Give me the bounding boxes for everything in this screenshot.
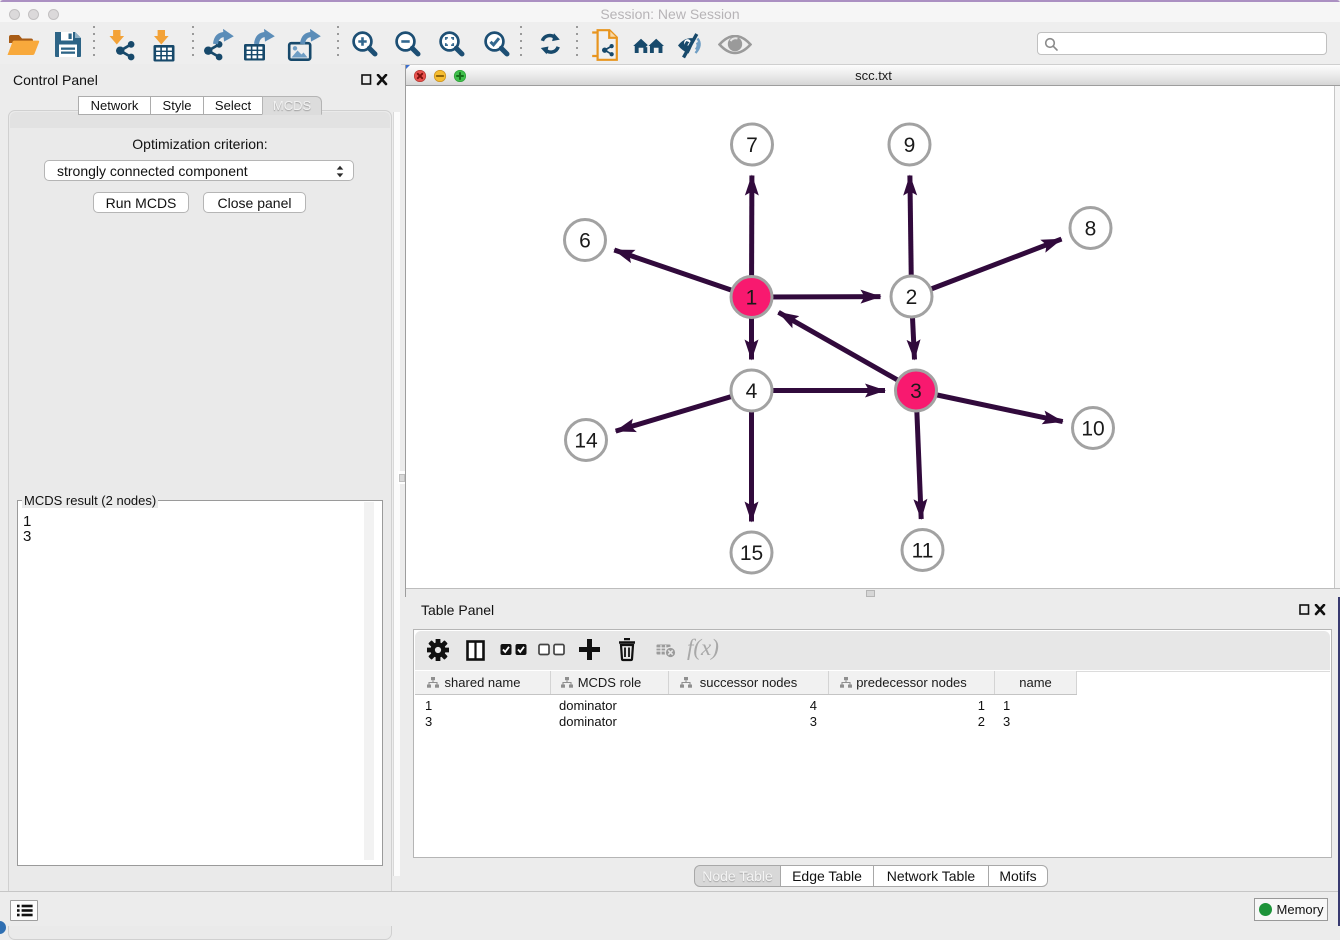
svg-text:3: 3 xyxy=(910,380,922,403)
svg-text:9: 9 xyxy=(904,134,916,157)
svg-text:14: 14 xyxy=(574,430,598,453)
svg-text:8: 8 xyxy=(1085,218,1097,241)
svg-text:15: 15 xyxy=(740,542,763,565)
svg-text:7: 7 xyxy=(746,134,758,157)
svg-text:6: 6 xyxy=(579,230,591,253)
svg-text:1: 1 xyxy=(746,287,758,310)
svg-text:10: 10 xyxy=(1081,418,1104,441)
svg-text:2: 2 xyxy=(906,286,918,309)
svg-text:4: 4 xyxy=(746,380,758,403)
svg-text:11: 11 xyxy=(912,540,934,563)
